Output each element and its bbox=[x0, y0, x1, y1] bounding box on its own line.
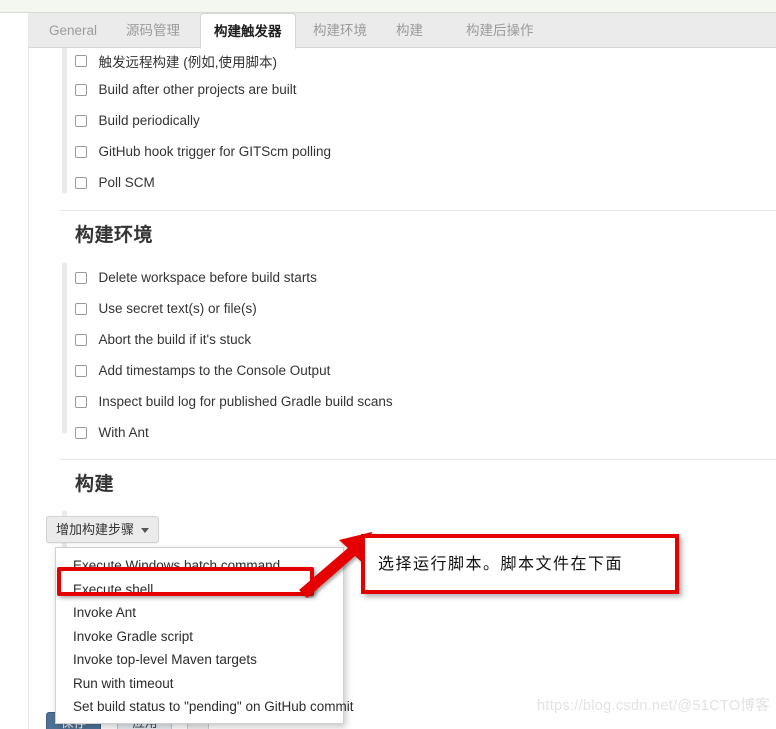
checkbox-label-poll-scm[interactable]: Poll SCM bbox=[98, 175, 154, 190]
browser-top-strip bbox=[0, 0, 776, 13]
checkbox-poll-scm[interactable] bbox=[75, 176, 87, 189]
menu-item-invoke-maven[interactable]: Invoke top-level Maven targets bbox=[56, 648, 343, 672]
group-indicator-triggers bbox=[62, 48, 67, 193]
section-title-build: 构建 bbox=[75, 474, 115, 495]
menu-item-run-with-timeout[interactable]: Run with timeout bbox=[56, 672, 343, 696]
tab-post-build[interactable]: 构建后操作 bbox=[453, 13, 547, 48]
checkbox-row-use-secret[interactable]: Use secret text(s) or file(s) bbox=[75, 300, 257, 317]
section-divider-build bbox=[60, 459, 776, 460]
checkbox-row-inspect-gradle[interactable]: Inspect build log for published Gradle b… bbox=[75, 393, 393, 410]
checkbox-label-use-secret[interactable]: Use secret text(s) or file(s) bbox=[98, 301, 256, 316]
config-tab-bar: General 源码管理 构建触发器 构建环境 构建 构建后操作 bbox=[28, 13, 776, 49]
checkbox-row-build-after-others[interactable]: Build after other projects are built bbox=[75, 81, 297, 98]
checkbox-abort-stuck[interactable] bbox=[75, 333, 87, 346]
checkbox-github-hook[interactable] bbox=[75, 145, 87, 158]
checkbox-label-with-ant[interactable]: With Ant bbox=[98, 425, 148, 440]
checkbox-build-after-others[interactable] bbox=[75, 83, 87, 96]
checkbox-row-delete-workspace[interactable]: Delete workspace before build starts bbox=[75, 269, 317, 286]
site-watermark: https://blog.csdn.net/@51CTO博客 bbox=[537, 698, 770, 714]
checkbox-label-build-periodically[interactable]: Build periodically bbox=[98, 113, 199, 128]
checkbox-label-delete-workspace[interactable]: Delete workspace before build starts bbox=[98, 270, 316, 285]
menu-item-invoke-ant[interactable]: Invoke Ant bbox=[56, 601, 343, 625]
menu-item-execute-shell[interactable]: Execute shell bbox=[56, 578, 343, 602]
section-title-build-environment: 构建环境 bbox=[75, 225, 154, 246]
checkbox-row-add-timestamps[interactable]: Add timestamps to the Console Output bbox=[75, 362, 330, 379]
checkbox-inspect-gradle[interactable] bbox=[75, 395, 87, 408]
tab-build[interactable]: 构建 bbox=[383, 13, 436, 48]
checkbox-add-timestamps[interactable] bbox=[75, 364, 87, 377]
checkbox-row-abort-stuck[interactable]: Abort the build if it's stuck bbox=[75, 331, 251, 348]
group-indicator-build-environment bbox=[62, 263, 67, 433]
checkbox-build-periodically[interactable] bbox=[75, 114, 87, 127]
checkbox-delete-workspace[interactable] bbox=[75, 271, 87, 284]
tab-general[interactable]: General bbox=[36, 13, 110, 48]
checkbox-label-trigger-remote[interactable]: 触发远程构建 (例如,使用脚本) bbox=[98, 51, 277, 71]
checkbox-row-github-hook[interactable]: GitHub hook trigger for GITScm polling bbox=[75, 143, 331, 160]
add-build-step-label: 增加构建步骤 bbox=[56, 522, 135, 537]
checkbox-trigger-remote[interactable] bbox=[75, 55, 87, 67]
menu-item-execute-windows-batch[interactable]: Execute Windows batch command bbox=[56, 554, 343, 578]
checkbox-label-add-timestamps[interactable]: Add timestamps to the Console Output bbox=[98, 363, 330, 378]
checkbox-row-trigger-remote[interactable]: 触发远程构建 (例如,使用脚本) bbox=[75, 51, 277, 71]
checkbox-use-secret[interactable] bbox=[75, 302, 87, 315]
tab-source-control[interactable]: 源码管理 bbox=[113, 13, 193, 48]
chevron-down-icon bbox=[141, 528, 150, 534]
checkbox-label-inspect-gradle[interactable]: Inspect build log for published Gradle b… bbox=[98, 394, 392, 409]
checkbox-with-ant[interactable] bbox=[75, 426, 87, 439]
build-step-dropdown-menu[interactable]: Execute Windows batch command Execute sh… bbox=[55, 547, 353, 724]
tab-build-environment[interactable]: 构建环境 bbox=[300, 13, 380, 48]
menu-item-set-build-status[interactable]: Set build status to "pending" on GitHub … bbox=[56, 695, 353, 719]
add-build-step-button[interactable]: 增加构建步骤 bbox=[46, 516, 160, 543]
checkbox-row-with-ant[interactable]: With Ant bbox=[75, 424, 149, 441]
checkbox-label-github-hook[interactable]: GitHub hook trigger for GITScm polling bbox=[98, 144, 331, 159]
checkbox-row-build-periodically[interactable]: Build periodically bbox=[75, 112, 200, 129]
checkbox-row-poll-scm[interactable]: Poll SCM bbox=[75, 174, 155, 191]
checkbox-label-build-after-others[interactable]: Build after other projects are built bbox=[98, 82, 296, 97]
section-divider-build-environment bbox=[60, 210, 776, 211]
tab-build-triggers[interactable]: 构建触发器 bbox=[200, 13, 296, 49]
menu-item-invoke-gradle[interactable]: Invoke Gradle script bbox=[56, 625, 343, 649]
checkbox-label-abort-stuck[interactable]: Abort the build if it's stuck bbox=[98, 332, 251, 347]
